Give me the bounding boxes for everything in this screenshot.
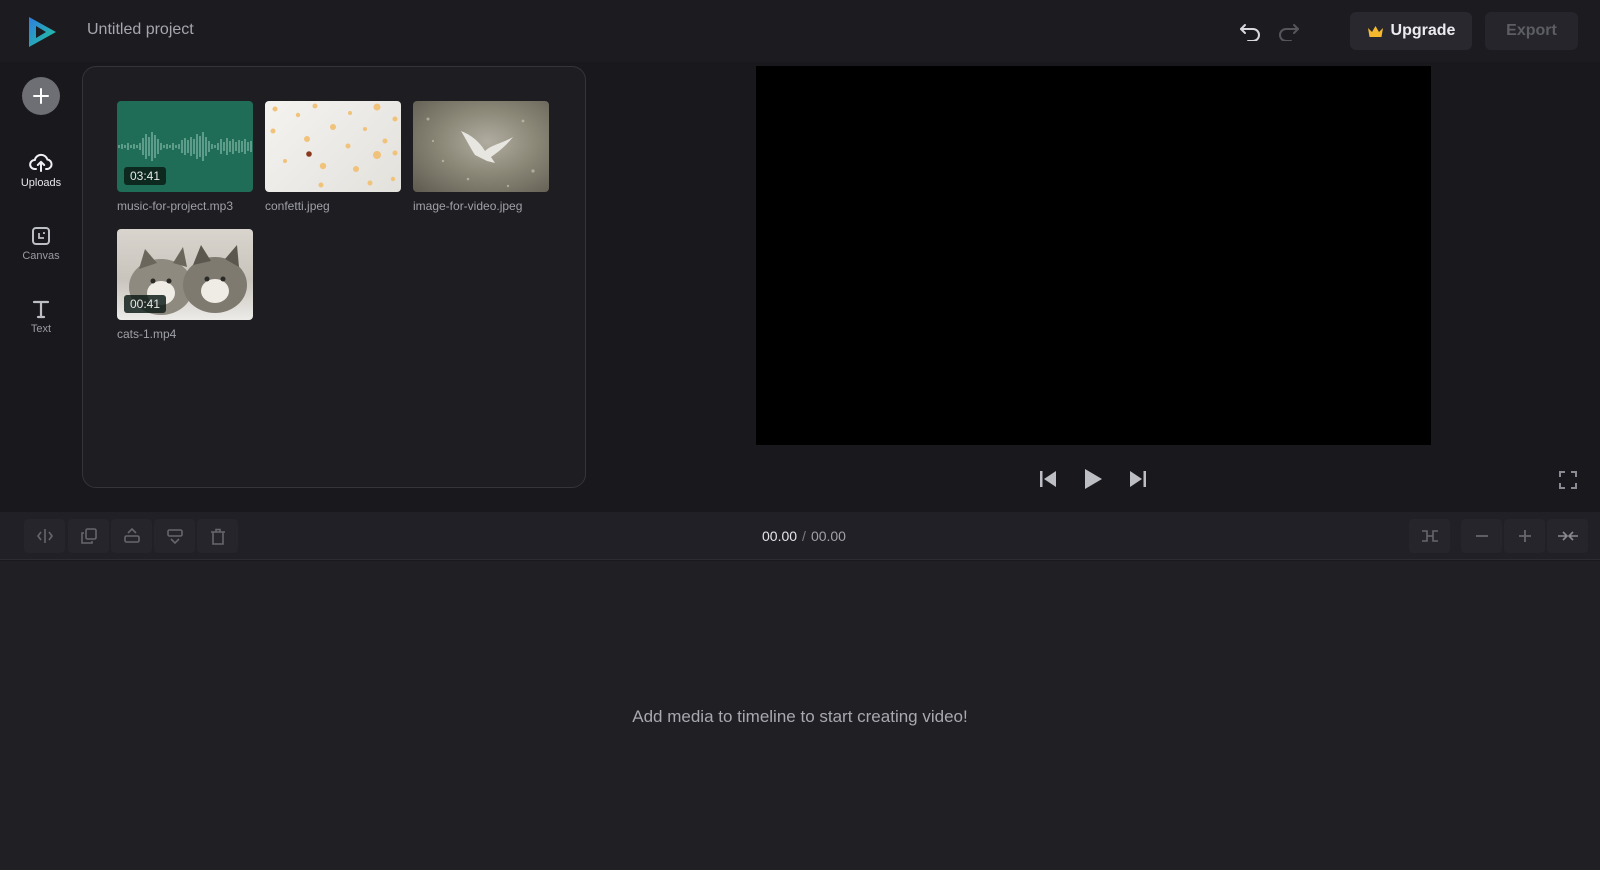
- canvas-resize-icon: [32, 227, 50, 245]
- move-down-icon[interactable]: [154, 519, 195, 553]
- plus-icon: [33, 88, 49, 104]
- media-item-image-for-video[interactable]: image-for-video.jpeg: [413, 101, 549, 213]
- media-filename: music-for-project.mp3: [117, 199, 234, 213]
- timeline-toolbar: 00.00/00.00: [0, 512, 1600, 560]
- time-separator: /: [802, 528, 806, 544]
- sidebar-item-label: Text: [30, 323, 52, 335]
- sidebar-item-text[interactable]: Text: [5, 288, 77, 346]
- app-logo-icon[interactable]: [26, 15, 58, 49]
- add-media-button[interactable]: [22, 77, 60, 115]
- split-icon[interactable]: [24, 519, 65, 553]
- sidebar-item-canvas[interactable]: Canvas: [5, 215, 77, 273]
- cloud-upload-icon: [29, 153, 53, 172]
- move-up-icon[interactable]: [111, 519, 152, 553]
- zoom-in-icon[interactable]: [1504, 519, 1545, 553]
- media-filename: confetti.jpeg: [265, 199, 330, 213]
- timeline-area[interactable]: Add media to timeline to start creating …: [0, 561, 1600, 870]
- play-icon[interactable]: [1077, 464, 1109, 494]
- confetti-thumbnail: [265, 101, 401, 192]
- export-label: Export: [1506, 22, 1557, 39]
- audio-thumbnail: 03:41: [117, 101, 253, 192]
- skip-forward-icon[interactable]: [1122, 464, 1154, 494]
- duplicate-icon[interactable]: [68, 519, 109, 553]
- delete-icon[interactable]: [197, 519, 238, 553]
- undo-icon[interactable]: [1237, 19, 1263, 45]
- app-header: Untitled project Upgrade Export: [0, 0, 1600, 62]
- media-filename: image-for-video.jpeg: [413, 199, 523, 213]
- redo-icon[interactable]: [1276, 19, 1302, 45]
- project-title[interactable]: Untitled project: [87, 21, 194, 39]
- total-time: 00.00: [810, 528, 846, 544]
- duration-badge: 00:41: [124, 295, 167, 313]
- media-item-audio[interactable]: 03:41 music-for-project.mp3: [117, 101, 253, 213]
- duration-badge: 03:41: [124, 167, 167, 185]
- sidebar-item-uploads[interactable]: Uploads: [5, 142, 77, 200]
- upgrade-label: Upgrade: [1390, 22, 1456, 39]
- upgrade-button[interactable]: Upgrade: [1350, 12, 1472, 50]
- export-button[interactable]: Export: [1485, 12, 1578, 50]
- current-time: 00.00: [762, 528, 798, 544]
- fit-icon[interactable]: [1409, 519, 1450, 553]
- zoom-out-icon[interactable]: [1461, 519, 1502, 553]
- left-sidebar: Uploads Canvas Text: [0, 62, 82, 512]
- sidebar-item-label: Uploads: [20, 177, 62, 189]
- crown-icon: [1367, 25, 1383, 37]
- collapse-icon[interactable]: [1547, 519, 1588, 553]
- bird-thumbnail: [413, 101, 549, 192]
- timeline-empty-message: Add media to timeline to start creating …: [632, 707, 968, 726]
- sidebar-item-label: Canvas: [22, 250, 60, 262]
- media-library-panel: 03:41 music-for-project.mp3 confetti.jpe…: [82, 66, 586, 488]
- text-t-icon: [32, 300, 50, 319]
- media-item-confetti[interactable]: confetti.jpeg: [265, 101, 401, 213]
- media-item-cats-video[interactable]: 00:41 cats-1.mp4: [117, 229, 253, 341]
- media-filename: cats-1.mp4: [117, 327, 177, 341]
- cats-thumbnail: 00:41: [117, 229, 253, 320]
- fullscreen-icon[interactable]: [1554, 466, 1582, 494]
- video-preview-canvas[interactable]: [756, 66, 1431, 445]
- timecode-display: 00.00/00.00: [762, 528, 846, 544]
- skip-back-icon[interactable]: [1032, 464, 1064, 494]
